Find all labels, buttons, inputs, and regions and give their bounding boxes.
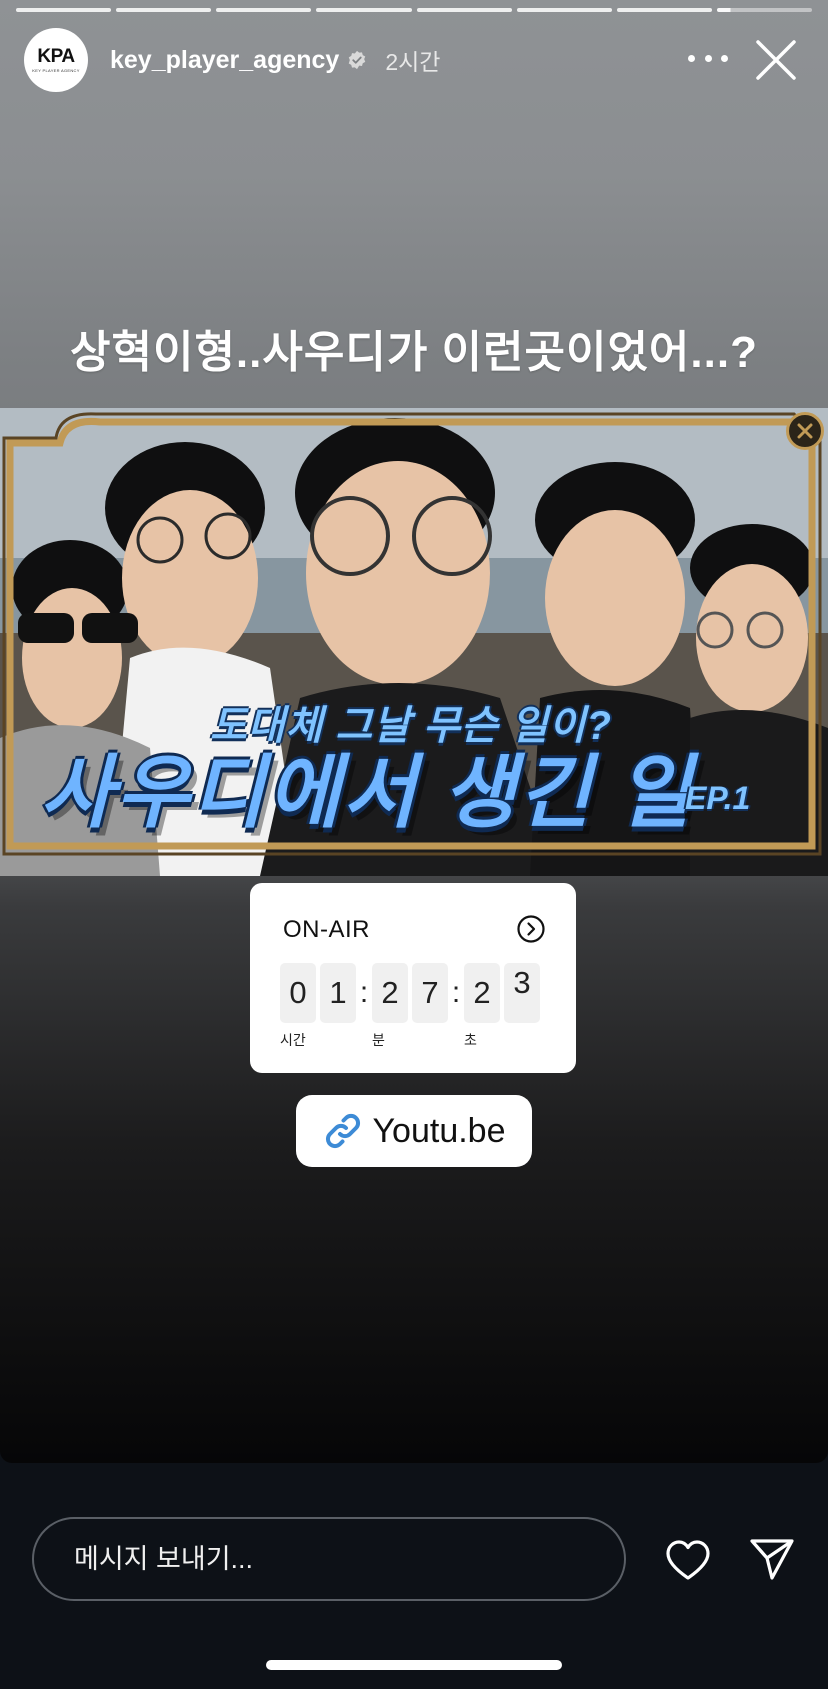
avatar[interactable]: KPA KEY PLAYER AGENCY <box>24 28 88 92</box>
countdown-unit-hours: 시간 <box>280 1032 306 1048</box>
story-caption: 상혁이형..사우디가 이런곳이었어...? <box>70 328 758 377</box>
thumbnail-title: 사우디에서 생긴 일 <box>40 748 694 837</box>
story-header: KPA KEY PLAYER AGENCY key_player_agency … <box>24 28 812 92</box>
countdown-label: ON-AIR <box>283 916 370 943</box>
countdown-unit-seconds: 초 <box>464 1032 477 1048</box>
avatar-logo-sub: KEY PLAYER AGENCY <box>32 68 80 73</box>
more-icon[interactable] <box>688 46 728 70</box>
thumbnail-episode: EP.1 <box>685 780 751 816</box>
verified-badge-icon <box>349 50 366 70</box>
story-viewer[interactable]: KPA KEY PLAYER AGENCY key_player_agency … <box>0 0 828 1463</box>
close-icon[interactable] <box>754 38 798 82</box>
video-thumbnail[interactable]: 도대체 그날 무슨 일이? 사우디에서 생긴 일 EP.1 <box>0 408 828 876</box>
countdown-digits: 0 1 : 2 7 : 2 3 <box>280 963 540 1023</box>
progress-segment <box>616 8 712 12</box>
username[interactable]: key_player_agency <box>110 46 339 75</box>
progress-segment <box>16 8 112 12</box>
link-icon <box>325 1113 360 1149</box>
thumbnail-close-icon[interactable] <box>786 412 824 450</box>
progress-segment <box>116 8 212 12</box>
countdown-digit: 0 <box>280 963 316 1023</box>
countdown-sticker[interactable]: ON-AIR 0 1 : 2 7 : 2 3 시간 분 초 <box>250 883 576 1073</box>
heart-icon[interactable] <box>664 1538 712 1582</box>
message-input[interactable] <box>32 1517 626 1601</box>
progress-segment <box>416 8 512 12</box>
link-text: Youtu.be <box>372 1111 506 1150</box>
countdown-separator: : <box>359 976 369 1009</box>
countdown-separator: : <box>451 976 461 1009</box>
chevron-right-circle-icon[interactable] <box>516 914 546 944</box>
story-progress-bar <box>16 8 812 12</box>
countdown-digit: 1 <box>320 963 356 1023</box>
story-footer <box>0 1463 828 1689</box>
progress-segment-current <box>716 8 812 12</box>
home-indicator <box>266 1660 562 1670</box>
post-time: 2시간 <box>385 49 441 75</box>
countdown-digit: 2 <box>464 963 500 1023</box>
progress-segment <box>516 8 612 12</box>
link-sticker[interactable]: Youtu.be <box>296 1095 532 1167</box>
progress-segment <box>316 8 412 12</box>
progress-segment <box>216 8 312 12</box>
countdown-digit: 2 <box>372 963 408 1023</box>
countdown-digit: 7 <box>412 963 448 1023</box>
send-icon[interactable] <box>748 1536 796 1582</box>
avatar-logo: KPA <box>37 46 75 67</box>
countdown-digit: 3 <box>504 963 540 1023</box>
countdown-unit-minutes: 분 <box>372 1032 385 1048</box>
